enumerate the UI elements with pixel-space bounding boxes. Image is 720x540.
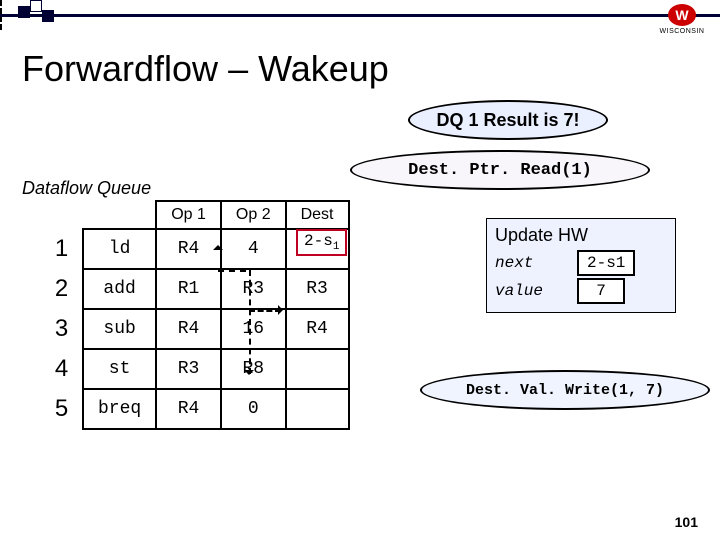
dataflow-queue-label: Dataflow Queue (22, 178, 151, 199)
wisconsin-logo: W WISCONSIN (654, 4, 710, 44)
update-value-label: value (495, 282, 577, 300)
dest-pointer-subscript: 1 (333, 241, 340, 253)
update-next-main: 2-s1 (587, 254, 625, 272)
deco-square-icon (42, 10, 54, 22)
row-op1: R3 (156, 349, 221, 389)
row-index: 3 (35, 309, 83, 349)
table-row: 2 add R1 R3 R3 (35, 269, 349, 309)
dest-pointer-overlay: 2-s1 (296, 229, 347, 256)
row-op2: R8 (221, 349, 286, 389)
dest-pointer-text: 2-s (304, 232, 333, 250)
row-index: 5 (35, 389, 83, 429)
logo-text: WISCONSIN (660, 28, 705, 35)
update-next-value: 2-s1 (577, 250, 635, 276)
arrow-icon (249, 310, 281, 312)
row-op2: 4 (221, 229, 286, 269)
update-next-row: next 2-s1 (495, 250, 667, 276)
page-number: 101 (675, 514, 698, 530)
table-header-dest: Dest (286, 201, 349, 229)
arrowhead-icon (278, 305, 288, 315)
row-index: 2 (35, 269, 83, 309)
callout-result: DQ 1 Result is 7! (408, 100, 608, 140)
row-op: sub (83, 309, 156, 349)
callout-dest-read: Dest. Ptr. Read(1) (350, 150, 650, 190)
header-decoration (0, 0, 720, 22)
row-op1: R1 (156, 269, 221, 309)
table-row: 5 breq R4 0 (35, 389, 349, 429)
row-dest (286, 389, 349, 429)
row-op1: R4 (156, 389, 221, 429)
update-hw-header: Update HW (495, 225, 667, 246)
callout-dest-write: Dest. Val. Write(1, 7) (420, 370, 710, 410)
row-index: 4 (35, 349, 83, 389)
table-row: 4 st R3 R8 (35, 349, 349, 389)
row-op2: 16 (221, 309, 286, 349)
row-op: add (83, 269, 156, 309)
row-op1: R4 (156, 229, 221, 269)
header-rule (0, 14, 720, 17)
slide-title: Forwardflow–Wakeup (22, 48, 389, 90)
row-op2: 0 (221, 389, 286, 429)
logo-shield-icon: W (668, 4, 696, 26)
update-next-label: next (495, 254, 577, 272)
deco-square-icon (30, 0, 42, 12)
table-row: 3 sub R4 16 R4 (35, 309, 349, 349)
row-index: 1 (35, 229, 83, 269)
arrow-icon (249, 270, 251, 374)
row-op2: R3 (221, 269, 286, 309)
table-header-blank (83, 201, 156, 229)
arrowhead-icon (213, 240, 223, 250)
update-value-row: value 7 (495, 278, 667, 304)
row-op: ld (83, 229, 156, 269)
title-dash: – (228, 48, 248, 89)
update-hw-panel: Update HW next 2-s1 value 7 (486, 218, 676, 313)
title-main: Forwardflow (22, 48, 218, 89)
row-dest: R4 (286, 309, 349, 349)
arrow-icon (218, 270, 246, 272)
deco-square-icon (18, 6, 30, 18)
table-header-op2: Op 2 (221, 201, 286, 229)
table-header-blank (35, 201, 83, 229)
arrowhead-icon (244, 370, 254, 380)
table-header-op1: Op 1 (156, 201, 221, 229)
row-op1: R4 (156, 309, 221, 349)
row-op: breq (83, 389, 156, 429)
update-value-value: 7 (577, 278, 625, 304)
table-header-row: Op 1 Op 2 Dest (35, 201, 349, 229)
row-dest: R3 (286, 269, 349, 309)
title-sub: Wakeup (258, 48, 389, 89)
row-dest (286, 349, 349, 389)
row-op: st (83, 349, 156, 389)
